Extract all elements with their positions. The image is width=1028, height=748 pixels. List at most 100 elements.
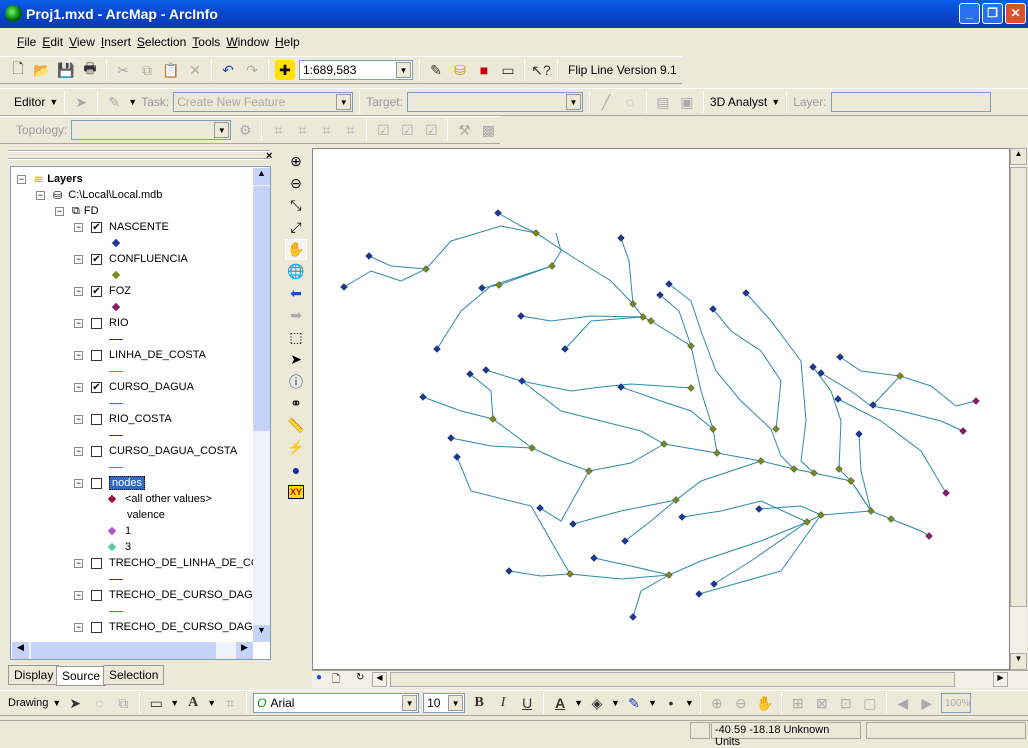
collapse-icon[interactable]: − xyxy=(74,558,83,568)
map-vertical-scrollbar[interactable]: ▲ ▼ xyxy=(1010,148,1027,670)
pan-page-icon[interactable]: ✋ xyxy=(755,693,775,713)
tab-selection[interactable]: Selection xyxy=(103,665,165,685)
copy-icon[interactable]: ⧉ xyxy=(137,60,157,80)
scroll-right-icon[interactable]: ▶ xyxy=(993,672,1008,687)
nascente-point[interactable] xyxy=(678,513,686,521)
nascente-point[interactable] xyxy=(494,209,502,217)
collapse-icon[interactable]: − xyxy=(74,446,83,456)
nascente-point[interactable] xyxy=(834,395,842,403)
back-arrow-icon[interactable]: ⬅ xyxy=(285,283,307,304)
confluencia-point[interactable] xyxy=(713,449,721,457)
scroll-down-icon[interactable]: ▼ xyxy=(253,625,270,642)
layer-visibility-checkbox[interactable] xyxy=(91,621,102,633)
nascente-point[interactable] xyxy=(855,430,863,438)
confluencia-point[interactable] xyxy=(687,342,695,350)
select-elements-icon[interactable]: ➤ xyxy=(65,693,85,713)
nascente-point[interactable] xyxy=(755,505,763,513)
rotate-tool-icon[interactable]: ◌ xyxy=(620,92,640,112)
zoom-in-page-icon[interactable]: ⊕ xyxy=(707,693,727,713)
zoom-in-icon[interactable]: ⊕ xyxy=(285,151,307,172)
confluencia-point[interactable] xyxy=(660,440,668,448)
confluencia-point[interactable] xyxy=(532,229,540,237)
map-display[interactable] xyxy=(312,148,1010,670)
confluencia-point[interactable] xyxy=(887,515,895,523)
scroll-left-icon[interactable]: ◀ xyxy=(372,672,387,687)
go-to-xy-point-icon[interactable]: ● xyxy=(285,459,307,480)
nascente-point[interactable] xyxy=(695,590,703,598)
attributes-icon[interactable]: ▤ xyxy=(653,92,673,112)
chevron-down-icon[interactable]: ▼ xyxy=(49,97,58,107)
validate-topology-icon[interactable]: ☑ xyxy=(373,120,393,140)
hyperlink-icon[interactable]: ⚡ xyxy=(285,437,307,458)
whats-this-help-icon[interactable]: ↖? xyxy=(531,60,551,80)
layer-visibility-checkbox[interactable] xyxy=(91,445,102,457)
layer-visibility-checkbox[interactable]: ✔ xyxy=(91,381,102,393)
pan-hand-icon[interactable]: ✋ xyxy=(285,239,307,260)
confluencia-point[interactable] xyxy=(687,384,695,392)
collapse-icon[interactable]: − xyxy=(74,414,83,424)
layout-view-icon[interactable]: 🗋 xyxy=(332,672,340,689)
layer-item[interactable]: − RIO_COSTA xyxy=(74,411,172,427)
collapse-icon[interactable]: − xyxy=(74,318,83,328)
layer-item[interactable]: − RIO xyxy=(74,315,129,331)
menu-file[interactable]: File xyxy=(14,35,39,49)
layer-item[interactable]: − CURSO_DAGUA_COSTA xyxy=(74,443,237,459)
collapse-icon[interactable]: − xyxy=(55,206,64,216)
topology-tool-icon[interactable]: ⌗ xyxy=(340,120,360,140)
zoom-out-page-icon[interactable]: ⊖ xyxy=(731,693,751,713)
menu-selection[interactable]: Selection xyxy=(134,35,189,49)
sketch-tool-icon[interactable]: ✎ xyxy=(104,92,124,112)
command-line-icon[interactable]: ▭ xyxy=(498,60,518,80)
build-cache-icon[interactable]: ⌗ xyxy=(316,120,336,140)
menu-help[interactable]: Help xyxy=(272,35,303,49)
scroll-down-icon[interactable]: ▼ xyxy=(1010,653,1027,670)
confluencia-point[interactable] xyxy=(867,507,875,515)
fixed-zoom-out-page-icon[interactable]: ⊡ xyxy=(836,693,856,713)
confluencia-point[interactable] xyxy=(566,570,574,578)
topology-edit-icon[interactable]: ⌗ xyxy=(268,120,288,140)
layer-combo[interactable] xyxy=(830,92,991,112)
chevron-down-icon[interactable]: ▼ xyxy=(336,94,352,110)
chevron-down-icon[interactable]: ▼ xyxy=(52,698,61,708)
scroll-thumb[interactable] xyxy=(31,642,216,659)
nascente-point[interactable] xyxy=(340,283,348,291)
layer-visibility-checkbox[interactable] xyxy=(91,413,102,425)
confluencia-point[interactable] xyxy=(548,262,556,270)
line-color-icon[interactable]: ✎ xyxy=(624,693,644,713)
nascente-point[interactable] xyxy=(617,234,625,242)
data-view-icon[interactable]: ● xyxy=(316,672,322,683)
bold-button[interactable]: B xyxy=(469,693,489,713)
layer-item[interactable]: − ✔ NASCENTE xyxy=(74,219,169,235)
nascente-point[interactable] xyxy=(517,312,525,320)
find-binoculars-icon[interactable]: ⚭ xyxy=(285,393,307,414)
collapse-icon[interactable]: − xyxy=(74,382,83,392)
collapse-icon[interactable]: − xyxy=(74,286,83,296)
chevron-down-icon[interactable]: ▼ xyxy=(214,122,230,138)
paste-icon[interactable]: 📋 xyxy=(161,60,181,80)
scroll-up-icon[interactable]: ▲ xyxy=(1010,148,1027,165)
confluencia-point[interactable] xyxy=(489,415,497,423)
collapse-icon[interactable]: − xyxy=(74,350,83,360)
layer-item[interactable]: − TRECHO_DE_CURSO_DAGUA xyxy=(74,587,268,603)
underline-button[interactable]: U xyxy=(517,693,537,713)
arctoolbox-icon[interactable]: ■ xyxy=(474,60,494,80)
new-text-icon[interactable]: A xyxy=(183,693,203,713)
confluencia-point[interactable] xyxy=(665,571,673,579)
undo-icon[interactable]: ↶ xyxy=(218,60,238,80)
confluencia-point[interactable] xyxy=(757,457,765,465)
layer-visibility-checkbox[interactable] xyxy=(91,557,102,569)
fill-color-icon[interactable]: ◈ xyxy=(587,693,607,713)
chevron-down-icon[interactable]: ▼ xyxy=(170,698,179,708)
layer-item[interactable]: − TRECHO_DE_CURSO_DAGUA_ xyxy=(74,619,270,635)
layer-visibility-checkbox[interactable] xyxy=(91,589,102,601)
previous-extent-icon[interactable]: ◀ xyxy=(893,693,913,713)
zoom-percent-combo[interactable]: 100% xyxy=(940,693,971,713)
foz-point[interactable] xyxy=(925,532,933,540)
marker-color-icon[interactable]: • xyxy=(661,693,681,713)
chevron-down-icon[interactable]: ▼ xyxy=(128,97,137,107)
collapse-icon[interactable]: − xyxy=(74,222,83,232)
chevron-down-icon[interactable]: ▼ xyxy=(685,698,694,708)
toc-grip[interactable] xyxy=(8,150,270,160)
scroll-thumb[interactable] xyxy=(390,672,955,687)
layer-visibility-checkbox[interactable] xyxy=(91,317,102,329)
